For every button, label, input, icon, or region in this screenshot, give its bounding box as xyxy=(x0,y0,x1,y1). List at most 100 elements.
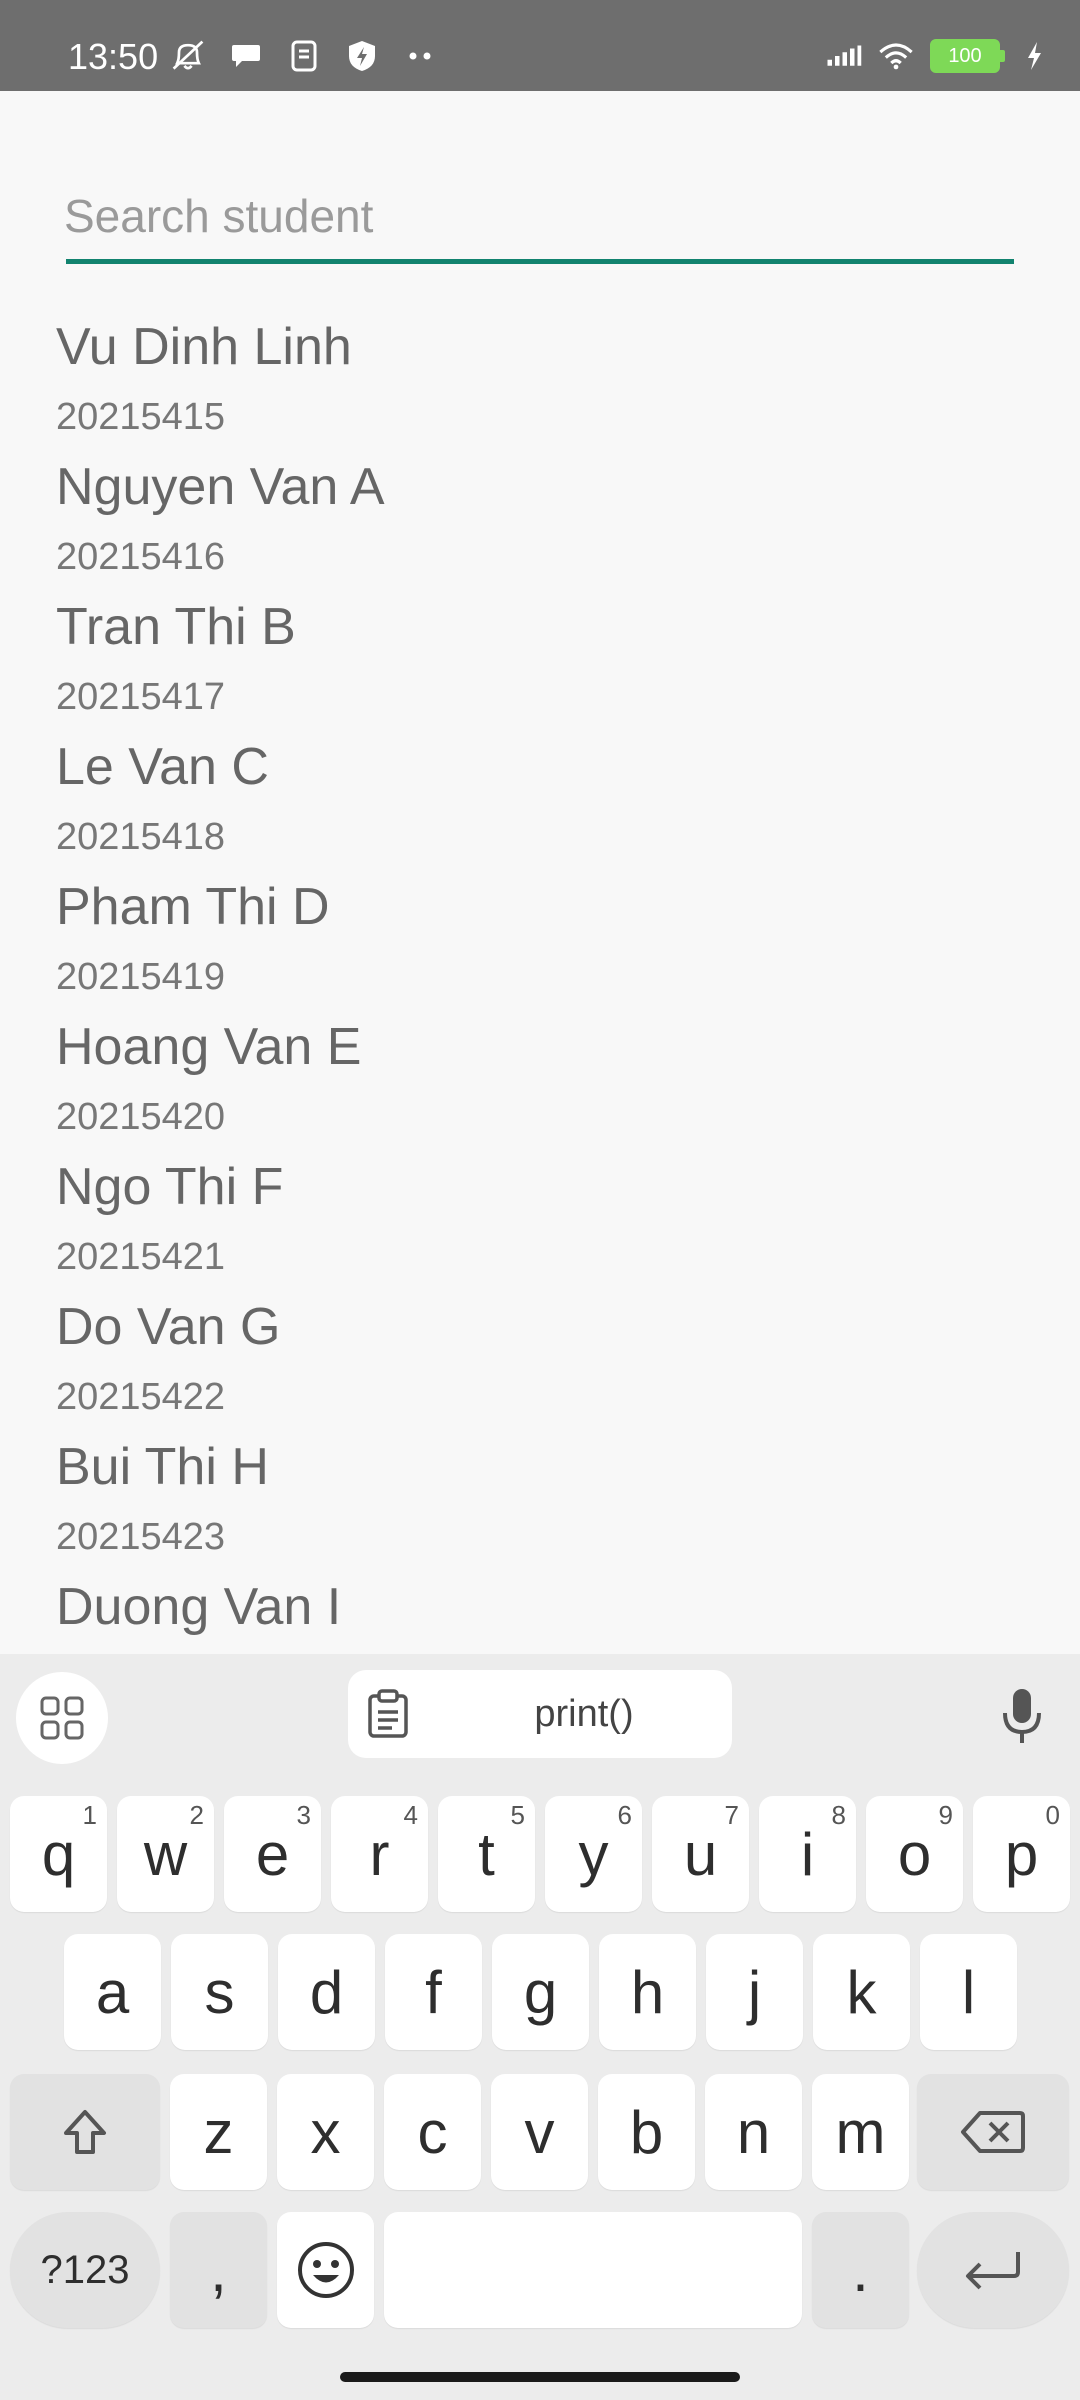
clipboard-suggestion[interactable]: print() xyxy=(348,1670,732,1758)
wifi-icon xyxy=(878,38,914,74)
list-item[interactable]: Pham Thi D 20215419 xyxy=(56,866,1036,1006)
key-i-label: i xyxy=(800,1820,815,1888)
key-t[interactable]: t5 xyxy=(438,1796,535,1912)
list-item[interactable]: Vu Dinh Linh 20215415 xyxy=(56,306,1036,446)
search-underline xyxy=(66,259,1014,264)
emoji-icon xyxy=(297,2242,354,2298)
status-bar: 13:50 100 xyxy=(0,0,1080,91)
key-p-hint: 0 xyxy=(1045,1800,1060,1830)
key-n-label: n xyxy=(736,2098,771,2166)
key-u[interactable]: u7 xyxy=(652,1796,749,1912)
keyboard-row-1: q1w2e3r4t5y6u7i8o9p0 xyxy=(0,1796,1080,1912)
student-name: Vu Dinh Linh xyxy=(56,318,352,376)
symbols-key[interactable]: ?123 xyxy=(10,2212,160,2328)
key-f[interactable]: f xyxy=(385,1934,482,2050)
list-item[interactable]: Duong Van I xyxy=(56,1566,1036,1648)
space-key[interactable] xyxy=(384,2212,802,2328)
student-id: 20215422 xyxy=(56,1376,226,1418)
period-key[interactable]: . xyxy=(812,2212,909,2328)
list-item[interactable]: Ngo Thi F 20215421 xyxy=(56,1146,1036,1286)
key-l[interactable]: l xyxy=(920,1934,1017,2050)
key-y[interactable]: y6 xyxy=(545,1796,642,1912)
more-dots-icon xyxy=(402,38,438,74)
key-v-label: v xyxy=(524,2098,555,2166)
key-o-hint: 9 xyxy=(938,1800,953,1830)
student-name: Ngo Thi F xyxy=(56,1158,284,1216)
list-item[interactable]: Nguyen Van A 20215416 xyxy=(56,446,1036,586)
chat-icon xyxy=(228,38,264,74)
search-input[interactable] xyxy=(64,180,1014,252)
muted-alarm-icon xyxy=(170,38,206,74)
student-name: Pham Thi D xyxy=(56,878,330,936)
key-j[interactable]: j xyxy=(706,1934,803,2050)
key-k[interactable]: k xyxy=(813,1934,910,2050)
key-z[interactable]: z xyxy=(170,2074,267,2190)
signal-icon xyxy=(826,38,862,74)
shift-key[interactable] xyxy=(10,2074,160,2190)
key-p[interactable]: p0 xyxy=(973,1796,1070,1912)
period-key-label: . xyxy=(852,2236,869,2304)
list-item[interactable]: Tran Thi B 20215417 xyxy=(56,586,1036,726)
enter-icon xyxy=(966,2252,1020,2290)
key-d[interactable]: d xyxy=(278,1934,375,2050)
key-y-label: y xyxy=(578,1820,609,1888)
list-item[interactable]: Do Van G 20215422 xyxy=(56,1286,1036,1426)
key-o-label: o xyxy=(897,1820,932,1888)
comma-key[interactable]: , xyxy=(170,2212,267,2328)
student-list[interactable]: Vu Dinh Linh 20215415 Nguyen Van A 20215416… xyxy=(56,306,1036,1654)
key-b[interactable]: b xyxy=(598,2074,695,2190)
keyboard-toolbar: print() xyxy=(0,1654,1080,1774)
key-w-hint: 2 xyxy=(189,1800,204,1830)
clipboard-text: print() xyxy=(534,1693,634,1735)
key-t-label: t xyxy=(478,1820,495,1888)
key-j-label: j xyxy=(747,1958,762,2026)
clock: 13:50 xyxy=(68,36,159,77)
key-x-label: x xyxy=(310,2098,341,2166)
student-name: Le Van C xyxy=(56,738,269,796)
key-r[interactable]: r4 xyxy=(331,1796,428,1912)
student-id: 20215420 xyxy=(56,1096,226,1138)
apps-grid-button[interactable] xyxy=(16,1672,108,1764)
key-f-label: f xyxy=(425,1958,442,2026)
backspace-key[interactable] xyxy=(917,2074,1069,2190)
emoji-key[interactable] xyxy=(277,2212,374,2328)
key-w[interactable]: w2 xyxy=(117,1796,214,1912)
key-c[interactable]: c xyxy=(384,2074,481,2190)
key-e-hint: 3 xyxy=(296,1800,311,1830)
home-indicator[interactable] xyxy=(340,2372,740,2382)
key-i[interactable]: i8 xyxy=(759,1796,856,1912)
key-m[interactable]: m xyxy=(812,2074,909,2190)
student-id: 20215418 xyxy=(56,816,226,858)
list-item[interactable]: Bui Thi H 20215423 xyxy=(56,1426,1036,1566)
enter-key[interactable] xyxy=(917,2212,1069,2328)
key-w-label: w xyxy=(143,1820,188,1888)
key-g[interactable]: g xyxy=(492,1934,589,2050)
key-n[interactable]: n xyxy=(705,2074,802,2190)
key-h-label: h xyxy=(630,1958,665,2026)
student-name: Tran Thi B xyxy=(56,598,296,656)
key-q-hint: 1 xyxy=(82,1800,97,1830)
key-q[interactable]: q1 xyxy=(10,1796,107,1912)
key-o[interactable]: o9 xyxy=(866,1796,963,1912)
comma-key-label: , xyxy=(210,2236,227,2304)
key-d-label: d xyxy=(309,1958,344,2026)
search-field[interactable] xyxy=(64,180,1014,266)
keyboard-row-2: a s d f g h jkl xyxy=(0,1934,1080,2050)
key-s-label: s xyxy=(204,1958,235,2026)
key-s[interactable]: s xyxy=(171,1934,268,2050)
key-a[interactable]: a xyxy=(64,1934,161,2050)
key-v[interactable]: v xyxy=(491,2074,588,2190)
key-x[interactable]: x xyxy=(277,2074,374,2190)
list-item[interactable]: Hoang Van E 20215420 xyxy=(56,1006,1036,1146)
key-h[interactable]: h xyxy=(599,1934,696,2050)
key-g-label: g xyxy=(523,1958,558,2026)
student-name: Do Van G xyxy=(56,1298,281,1356)
student-id: 20215423 xyxy=(56,1516,226,1558)
key-y-hint: 6 xyxy=(617,1800,632,1830)
key-a-label: a xyxy=(95,1958,130,2026)
key-p-label: p xyxy=(1004,1820,1039,1888)
student-id: 20215421 xyxy=(56,1236,226,1278)
microphone-button[interactable] xyxy=(992,1684,1052,1748)
key-e[interactable]: e3 xyxy=(224,1796,321,1912)
list-item[interactable]: Le Van C 20215418 xyxy=(56,726,1036,866)
